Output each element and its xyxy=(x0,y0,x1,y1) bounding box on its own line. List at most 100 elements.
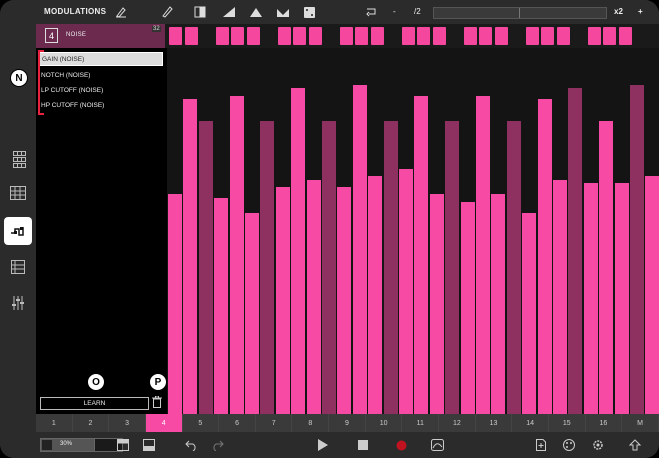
modulation-bar[interactable] xyxy=(245,212,259,414)
step-cell[interactable] xyxy=(417,27,430,45)
stop-icon[interactable] xyxy=(356,438,370,452)
loop-icon[interactable] xyxy=(364,5,378,19)
modulation-bar[interactable] xyxy=(183,99,198,414)
modulation-bar[interactable] xyxy=(229,95,244,414)
modulation-bar[interactable] xyxy=(491,194,506,414)
step-cell[interactable] xyxy=(169,27,182,45)
undo-icon[interactable] xyxy=(184,438,198,452)
modulation-bar[interactable] xyxy=(476,95,490,414)
step-cell[interactable] xyxy=(587,27,601,45)
mixer-list-icon[interactable] xyxy=(7,256,29,278)
step-selector-item[interactable]: 4 xyxy=(145,414,183,432)
step-cell[interactable] xyxy=(277,27,291,45)
modulation-bar[interactable] xyxy=(645,176,659,414)
param-notch[interactable]: NOTCH (NOISE) xyxy=(39,68,163,82)
step-cell[interactable] xyxy=(339,27,353,45)
step-cell[interactable] xyxy=(618,27,632,45)
step-cell[interactable] xyxy=(463,27,477,45)
step-selector-item[interactable]: 15 xyxy=(548,414,586,432)
track-header[interactable]: 4 NOISE 32 xyxy=(36,24,165,48)
modulation-bar[interactable] xyxy=(260,121,275,414)
settings-gear-icon[interactable] xyxy=(591,438,605,452)
trash-icon[interactable] xyxy=(152,395,162,408)
step-cell[interactable] xyxy=(603,27,616,45)
triangle-shape-icon[interactable] xyxy=(249,5,263,19)
modulation-bar[interactable] xyxy=(383,121,398,414)
modulation-bar-area[interactable] xyxy=(167,48,659,414)
step-selector-item[interactable]: M xyxy=(622,414,659,432)
step-cell[interactable] xyxy=(246,27,260,45)
play-icon[interactable] xyxy=(316,438,330,452)
ramp-up-shape-icon[interactable] xyxy=(222,5,236,19)
grid-pattern-icon[interactable] xyxy=(7,148,29,170)
modulation-bar[interactable] xyxy=(460,201,475,414)
step-cell[interactable] xyxy=(308,27,322,45)
modulation-bar[interactable] xyxy=(198,121,213,414)
step-cell[interactable] xyxy=(556,27,570,45)
modulation-bar[interactable] xyxy=(522,212,537,414)
modulation-bar[interactable] xyxy=(337,187,352,414)
page-progress-bar[interactable] xyxy=(433,7,607,19)
modulation-bar[interactable] xyxy=(537,99,552,414)
step-selector-item[interactable]: 12 xyxy=(439,414,476,432)
multiplier-label[interactable]: x2 xyxy=(614,7,623,16)
zoom-control[interactable]: 30% xyxy=(40,438,96,452)
step-selector-item[interactable]: 3 xyxy=(109,414,146,432)
modulation-bar[interactable] xyxy=(168,194,182,414)
modulation-bar[interactable] xyxy=(630,84,644,414)
step-cell[interactable] xyxy=(370,27,384,45)
step-cell[interactable] xyxy=(479,27,492,45)
param-lp-cutoff[interactable]: LP CUTOFF (NOISE) xyxy=(39,83,163,97)
param-gain[interactable]: GAIN (NOISE) xyxy=(39,52,163,66)
step-cell[interactable] xyxy=(355,27,368,45)
step-cell[interactable] xyxy=(432,27,446,45)
step-selector-item[interactable]: 8 xyxy=(292,414,330,432)
step-selector-item[interactable]: 14 xyxy=(512,414,549,432)
pencil-tool-icon[interactable] xyxy=(160,5,174,19)
redo-icon[interactable] xyxy=(210,438,224,452)
step-selector-item[interactable]: 6 xyxy=(219,414,256,432)
sequencer-grid-icon[interactable] xyxy=(7,182,29,204)
step-selector-item[interactable]: 1 xyxy=(36,414,73,432)
random-dice-icon[interactable] xyxy=(302,5,316,19)
modulation-bar[interactable] xyxy=(568,88,583,414)
step-selector-item[interactable]: 2 xyxy=(72,414,110,432)
layout-top-icon[interactable] xyxy=(116,438,130,452)
step-selector-item[interactable]: 5 xyxy=(182,414,220,432)
step-cell[interactable] xyxy=(525,27,539,45)
modulation-bar[interactable] xyxy=(368,176,383,414)
step-cell[interactable] xyxy=(494,27,508,45)
modulation-bar[interactable] xyxy=(583,183,598,414)
page-plus-button[interactable]: + xyxy=(638,7,643,16)
step-cell[interactable] xyxy=(401,27,415,45)
step-cell[interactable] xyxy=(541,27,554,45)
modulation-bar[interactable] xyxy=(429,194,444,414)
modulation-bar[interactable] xyxy=(352,84,367,414)
automation-curve-icon[interactable] xyxy=(430,438,444,452)
palette-icon[interactable] xyxy=(562,438,576,452)
step-cell[interactable] xyxy=(293,27,306,45)
step-cell[interactable] xyxy=(215,27,229,45)
param-hp-cutoff[interactable]: HP CUTOFF (NOISE) xyxy=(39,98,163,112)
modulation-bar[interactable] xyxy=(599,121,614,414)
new-document-icon[interactable] xyxy=(534,438,548,452)
up-arrow-icon[interactable] xyxy=(628,438,642,452)
modulation-bar[interactable] xyxy=(275,187,290,414)
step-cell[interactable] xyxy=(231,27,244,45)
step-selector-item[interactable]: 11 xyxy=(402,414,440,432)
step-selector-item[interactable]: 16 xyxy=(585,414,623,432)
modulation-bar[interactable] xyxy=(414,95,429,414)
step-cell[interactable] xyxy=(184,27,198,45)
brush-tool-icon[interactable] xyxy=(114,5,128,19)
modulation-bar[interactable] xyxy=(399,168,413,414)
step-selector-item[interactable]: 7 xyxy=(255,414,293,432)
layout-bottom-icon[interactable] xyxy=(142,438,156,452)
valley-shape-icon[interactable] xyxy=(276,5,290,19)
modulation-bar[interactable] xyxy=(506,121,521,414)
modulation-bar[interactable] xyxy=(214,198,229,414)
page-minus-button[interactable]: - xyxy=(393,7,396,16)
modulation-bar[interactable] xyxy=(306,179,321,414)
sliders-settings-icon[interactable] xyxy=(7,292,29,314)
modulation-bar[interactable] xyxy=(445,121,460,414)
modulation-bar[interactable] xyxy=(553,179,567,414)
